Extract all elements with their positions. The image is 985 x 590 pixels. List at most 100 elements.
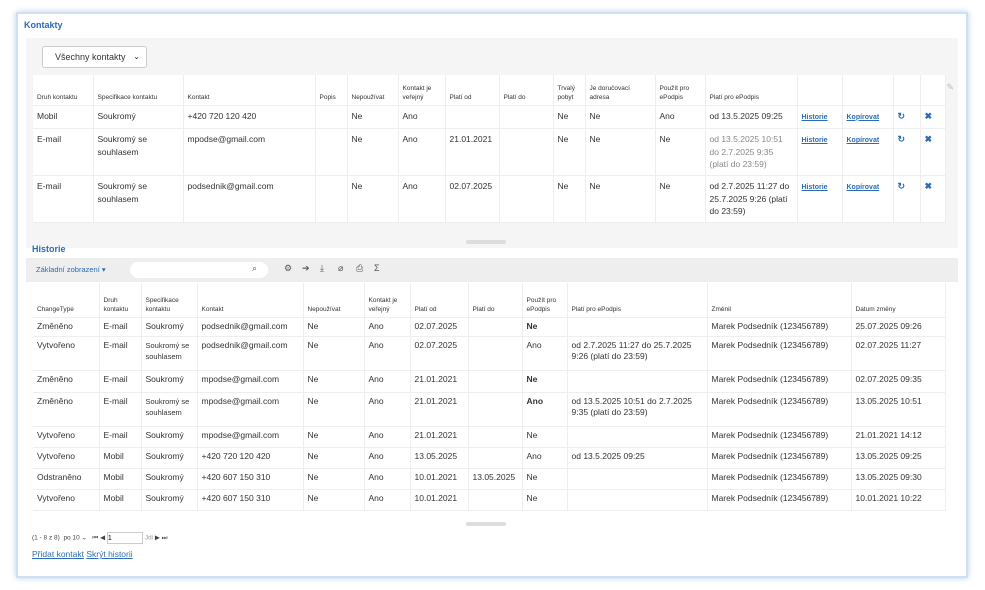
cell: E-mail [99,426,142,448]
search-icon[interactable]: ⌕ [252,263,257,274]
cell: Ano [522,336,568,371]
search-input[interactable] [130,262,268,278]
cell: 25.07.2025 09:26 [851,317,946,337]
column-header [797,75,843,106]
cell: E-mail [99,370,142,393]
column-header: ChangeType [33,283,100,318]
view-dropdown[interactable]: Základní zobrazení ▾ [36,265,106,274]
table-row: Odstraněno Mobil Soukromý +420 607 150 310 N… [33,468,946,490]
copy-link[interactable]: Kopírovat [847,137,880,144]
cell: Ne [303,370,365,393]
table-row: Změněno E-mail Soukromý mpodse@gmail.com Ne A… [33,370,946,393]
cell: Ano [364,426,411,448]
cell: Ne [303,426,365,448]
cell: Ne [553,128,586,176]
cell: Ano [398,128,446,176]
next-page-icon[interactable]: ▶ [155,535,160,542]
cell: Ne [303,468,365,490]
cell: 10.01.2021 [410,468,469,490]
column-header: Trvalý pobyt [553,75,586,106]
cell: Vytvořeno [33,489,100,511]
cell: E-mail [33,175,94,223]
column-header [842,75,894,106]
last-page-icon[interactable]: ⏭ [162,535,168,542]
per-page-select[interactable]: po 10 [63,535,79,542]
cell [499,105,554,129]
sum-icon[interactable]: Σ [374,263,380,273]
cell: Ano [522,447,568,469]
wrench-icon[interactable]: ✎ [946,82,954,93]
delete-icon[interactable]: ✖ [925,111,933,121]
cell [315,105,348,129]
hide-history-link[interactable]: Skrýt historii [86,549,132,559]
cell: Vytvořeno [33,336,100,371]
cell: Ano [364,392,411,427]
history-link[interactable]: Historie [802,137,828,144]
cell: Vytvořeno [33,426,100,448]
cell: Ne [347,175,399,223]
edit-icon[interactable]: ↻ [898,181,906,191]
contact-filter-select[interactable]: Všechny kontakty ⌄ [42,46,147,68]
copy-link[interactable]: Kopírovat [847,184,880,191]
share-icon[interactable]: ➔ [302,263,310,274]
cell: Ne [553,105,586,129]
go-button[interactable]: Jdi [145,535,153,542]
prev-page-icon[interactable]: ◀ [100,535,105,542]
cell: Marek Podsedník (123456789) [707,447,852,469]
resize-handle-history[interactable] [466,522,506,526]
column-header [893,75,921,106]
history-table: ChangeType Druh kontaktu Specifikace konta… [33,283,946,511]
copy-cell: Kopírovat [842,128,894,176]
column-header: Datum změny [851,283,946,318]
cell [468,426,523,448]
cell: 21.01.2021 14:12 [851,426,946,448]
edit-cell: ↻ [893,175,921,223]
delete-icon[interactable]: ✖ [925,134,933,144]
cell: Soukromý [141,426,198,448]
cell: +420 720 120 420 [183,105,316,129]
delete-cell: ✖ [920,128,946,176]
history-cell: Historie [797,175,843,223]
download-icon[interactable]: ⤓ [320,263,324,274]
cell: Ne [585,105,656,129]
column-header: Použít pro ePodpis [655,75,706,106]
page-input[interactable] [106,532,143,544]
cell: od 2.7.2025 11:27 do 25.7.2025 9:26 (pla… [705,175,798,223]
column-header: Nepoužívat [303,283,365,318]
edit-icon[interactable]: ↻ [898,134,906,144]
cell: Soukromý [141,447,198,469]
column-header: Druh kontaktu [99,283,142,318]
edit-icon[interactable]: ↻ [898,111,906,121]
cell: E-mail [99,392,142,427]
first-page-icon[interactable]: ⏮ [92,535,98,542]
print-icon[interactable]: ⎙ [356,263,363,274]
resize-handle[interactable] [466,240,506,244]
cell: Ne [655,128,706,176]
cell: 10.01.2021 10:22 [851,489,946,511]
cell: Ne [522,489,568,511]
cell: E-mail [99,336,142,371]
column-header: Platí pro ePodpis [705,75,798,106]
cell: 13.05.2025 [468,468,523,490]
cell: Ano [398,175,446,223]
add-contact-link[interactable]: Přidat kontakt [32,549,84,559]
copy-link[interactable]: Kopírovat [847,114,880,121]
cell: Ne [303,489,365,511]
cell [315,175,348,223]
gear-icon[interactable]: ⚙ [284,263,292,274]
cell: 10.01.2021 [410,489,469,511]
cell [468,370,523,393]
cell: 13.05.2025 10:51 [851,392,946,427]
delete-icon[interactable]: ✖ [925,181,933,191]
table-row: Vytvořeno E-mail Soukromý mpodse@gmail.com N… [33,426,946,448]
cell: Soukromý [141,468,198,490]
cell [567,317,708,337]
history-link[interactable]: Historie [802,114,828,121]
history-link[interactable]: Historie [802,184,828,191]
cell: podsednik@gmail.com [197,336,304,371]
table-row: Vytvořeno Mobil Soukromý +420 720 120 420 Ne… [33,447,946,469]
attach-icon[interactable]: ⌀ [338,263,343,274]
cell: Soukromý [141,317,198,337]
table-row: Mobil Soukromý +420 720 120 420 Ne Ano Ne Ne An… [33,105,946,129]
cell: Změněno [33,370,100,393]
